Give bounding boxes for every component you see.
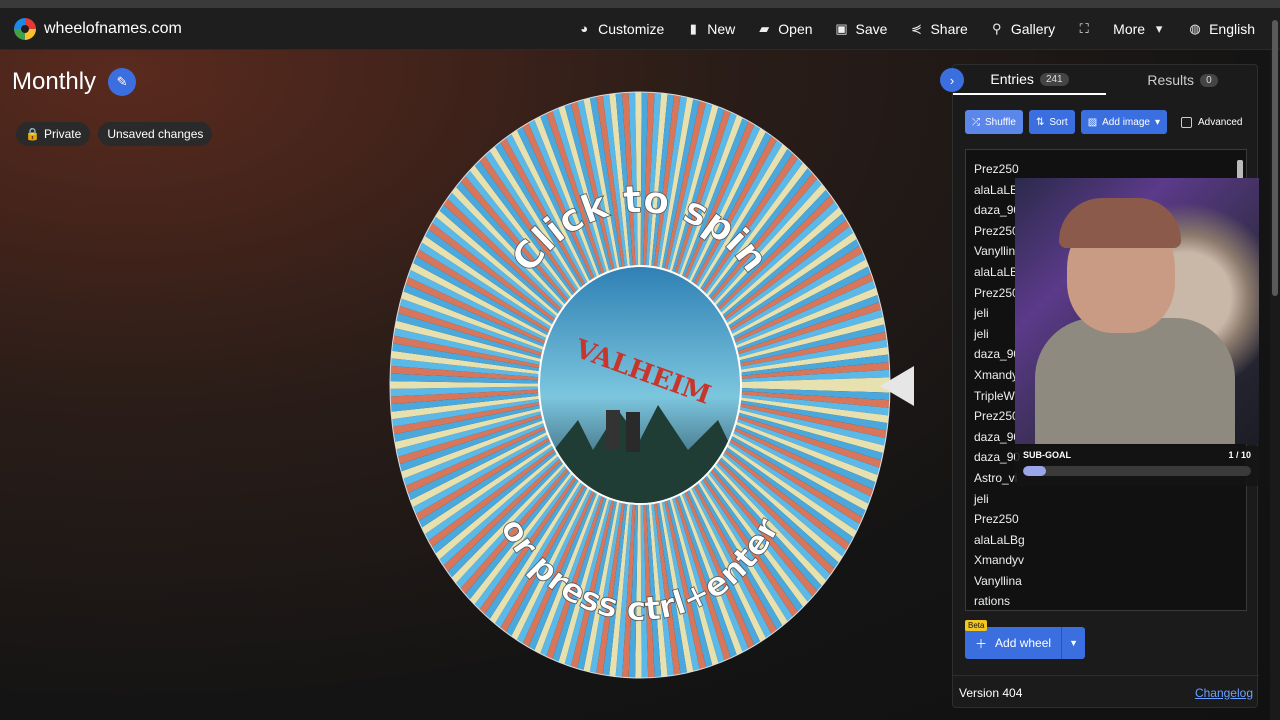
- nav-item-open[interactable]: ▰ Open: [746, 8, 823, 50]
- add-image-label: Add image: [1102, 116, 1150, 128]
- file-icon: ▮: [689, 20, 697, 36]
- entry-line: jeli: [974, 491, 989, 506]
- pencil-icon: ✎: [116, 74, 128, 89]
- globe-icon: ◍: [1189, 20, 1201, 36]
- nav-item-share[interactable]: ⋞ Share: [898, 8, 978, 50]
- webcam-overlay: [1015, 178, 1259, 444]
- nav-item-label: Share: [930, 20, 968, 37]
- nav-item-label: Customize: [598, 20, 665, 37]
- results-count-badge: 0: [1200, 73, 1218, 87]
- subgoal-label: SUB-GOAL: [1023, 450, 1071, 460]
- site-name: wheelofnames.com: [44, 19, 182, 37]
- sort-icon: ⇅: [1035, 116, 1045, 128]
- chevron-right-icon: ›: [949, 72, 955, 88]
- lock-icon: 🔒: [25, 127, 40, 141]
- subgoal-progress-text: 1 / 10: [1228, 450, 1251, 460]
- sort-button[interactable]: ⇅ Sort: [1028, 110, 1075, 134]
- add-wheel-group: ＋ Add wheel ▼: [965, 627, 1086, 659]
- privacy-chip[interactable]: 🔒 Private: [16, 122, 91, 146]
- sort-label: Sort: [1049, 116, 1068, 128]
- wheel-center-image: VALHEIM: [538, 265, 742, 505]
- entry-line: rations: [974, 594, 1011, 609]
- nav-item-english[interactable]: ◍ English: [1177, 8, 1266, 50]
- wheel-title-row: Monthly ✎: [12, 68, 137, 96]
- page-scrollbar-thumb[interactable]: [1272, 20, 1278, 296]
- privacy-label: Private: [43, 127, 82, 141]
- nav-item-new[interactable]: ▮ New: [675, 8, 746, 50]
- fullscreen-icon: ⛶: [1079, 20, 1089, 36]
- tab-results-label: Results: [1147, 72, 1195, 88]
- wheel-title: Monthly: [12, 68, 97, 95]
- search-icon: ⚲: [992, 20, 1002, 36]
- entry-line: Prez250: [974, 512, 1019, 527]
- shuffle-button[interactable]: ⤮ Shuffle: [965, 110, 1023, 134]
- chevron-down-icon: ▼: [1069, 638, 1079, 648]
- nav-item-label: Save: [855, 20, 888, 37]
- subgoal-progress-bar: [1023, 466, 1251, 476]
- unsaved-label: Unsaved changes: [107, 127, 204, 141]
- share-icon: ⋞: [911, 20, 922, 36]
- floppy-icon: ▣: [835, 20, 848, 36]
- palette-icon: ◕: [580, 21, 589, 36]
- image-icon: ▨: [1087, 116, 1098, 128]
- wheel-status-chips: 🔒 Private Unsaved changes: [16, 122, 213, 146]
- nav-item-save[interactable]: ▣ Save: [824, 8, 899, 50]
- chevron-down-icon: ▾: [1154, 116, 1160, 128]
- subgoal-progress-fill: [1023, 466, 1046, 476]
- webcam-person-body: [1035, 318, 1235, 444]
- wheel[interactable]: VALHEIM Click to spin or press ctrl+ente…: [388, 90, 892, 680]
- webcam-person-cap: [1059, 198, 1181, 248]
- nav-item-label: Gallery: [1010, 20, 1056, 37]
- nav-item-gallery[interactable]: ⚲ Gallery: [979, 8, 1066, 50]
- entry-line: alaLaLBg: [974, 532, 1025, 547]
- panel-footer: Version 404 Changelog: [953, 675, 1259, 709]
- nav-item-customize[interactable]: ◕ Customize: [566, 8, 675, 50]
- nav-item-label: English: [1209, 20, 1255, 37]
- beta-badge: Beta: [965, 620, 988, 631]
- nav-item-label: New: [707, 20, 736, 37]
- nav-item-fullscreen[interactable]: ⛶: [1066, 8, 1102, 50]
- advanced-toggle[interactable]: Advanced: [1180, 116, 1243, 128]
- advanced-checkbox[interactable]: [1180, 116, 1192, 128]
- add-wheel-label: Add wheel: [995, 636, 1052, 650]
- chevron-down-icon: ▾: [1155, 20, 1163, 36]
- tab-results[interactable]: Results 0: [1106, 65, 1259, 95]
- shuffle-label: Shuffle: [985, 116, 1016, 128]
- add-wheel-button[interactable]: ＋ Add wheel: [965, 627, 1062, 659]
- entry-line: Prez250: [974, 162, 1019, 176]
- nav-item-more[interactable]: More ▾: [1102, 8, 1177, 50]
- tab-entries-label: Entries: [990, 71, 1034, 87]
- nav-menu: ◕ Customize ▮ New ▰ Open ▣ Save ⋞ Share ⚲ Gallery ⛶ M…: [566, 8, 1266, 50]
- panel-tabs: Entries 241 Results 0: [953, 65, 1259, 95]
- unsaved-changes-chip: Unsaved changes: [98, 122, 213, 146]
- collapse-panel-button[interactable]: ›: [940, 68, 964, 92]
- nav-item-label: Open: [778, 20, 813, 37]
- add-image-button[interactable]: ▨ Add image ▾: [1080, 110, 1167, 134]
- brand[interactable]: wheelofnames.com: [14, 17, 182, 40]
- subgoal-overlay: SUB-GOAL 1 / 10: [1015, 446, 1259, 486]
- folder-icon: ▰: [759, 20, 770, 36]
- nav-item-label: More: [1113, 20, 1146, 37]
- plus-icon: ＋: [975, 636, 988, 651]
- tab-entries[interactable]: Entries 241: [953, 65, 1106, 95]
- shuffle-icon: ⤮: [972, 116, 980, 128]
- advanced-label: Advanced: [1197, 116, 1243, 128]
- version-label: Version 404: [959, 685, 1023, 700]
- add-wheel-dropdown-button[interactable]: ▼: [1061, 627, 1086, 659]
- top-navbar: wheelofnames.com ◕ Customize ▮ New ▰ Open ▣ Sav…: [0, 8, 1280, 50]
- entry-line: Vanyllina: [974, 573, 1022, 588]
- wheel-graphic[interactable]: VALHEIM Click to spin or press ctrl+ente…: [388, 90, 892, 680]
- changelog-link[interactable]: Changelog: [1195, 686, 1253, 700]
- edit-title-button[interactable]: ✎: [108, 68, 137, 96]
- wheel-pointer: [880, 366, 914, 406]
- entries-count-badge: 241: [1039, 72, 1069, 86]
- logo-icon: [14, 17, 36, 40]
- entries-toolbar: ⤮ Shuffle ⇅ Sort ▨ Add image ▾ Advanced: [965, 110, 1242, 134]
- entry-line: Xmandyv: [974, 553, 1025, 568]
